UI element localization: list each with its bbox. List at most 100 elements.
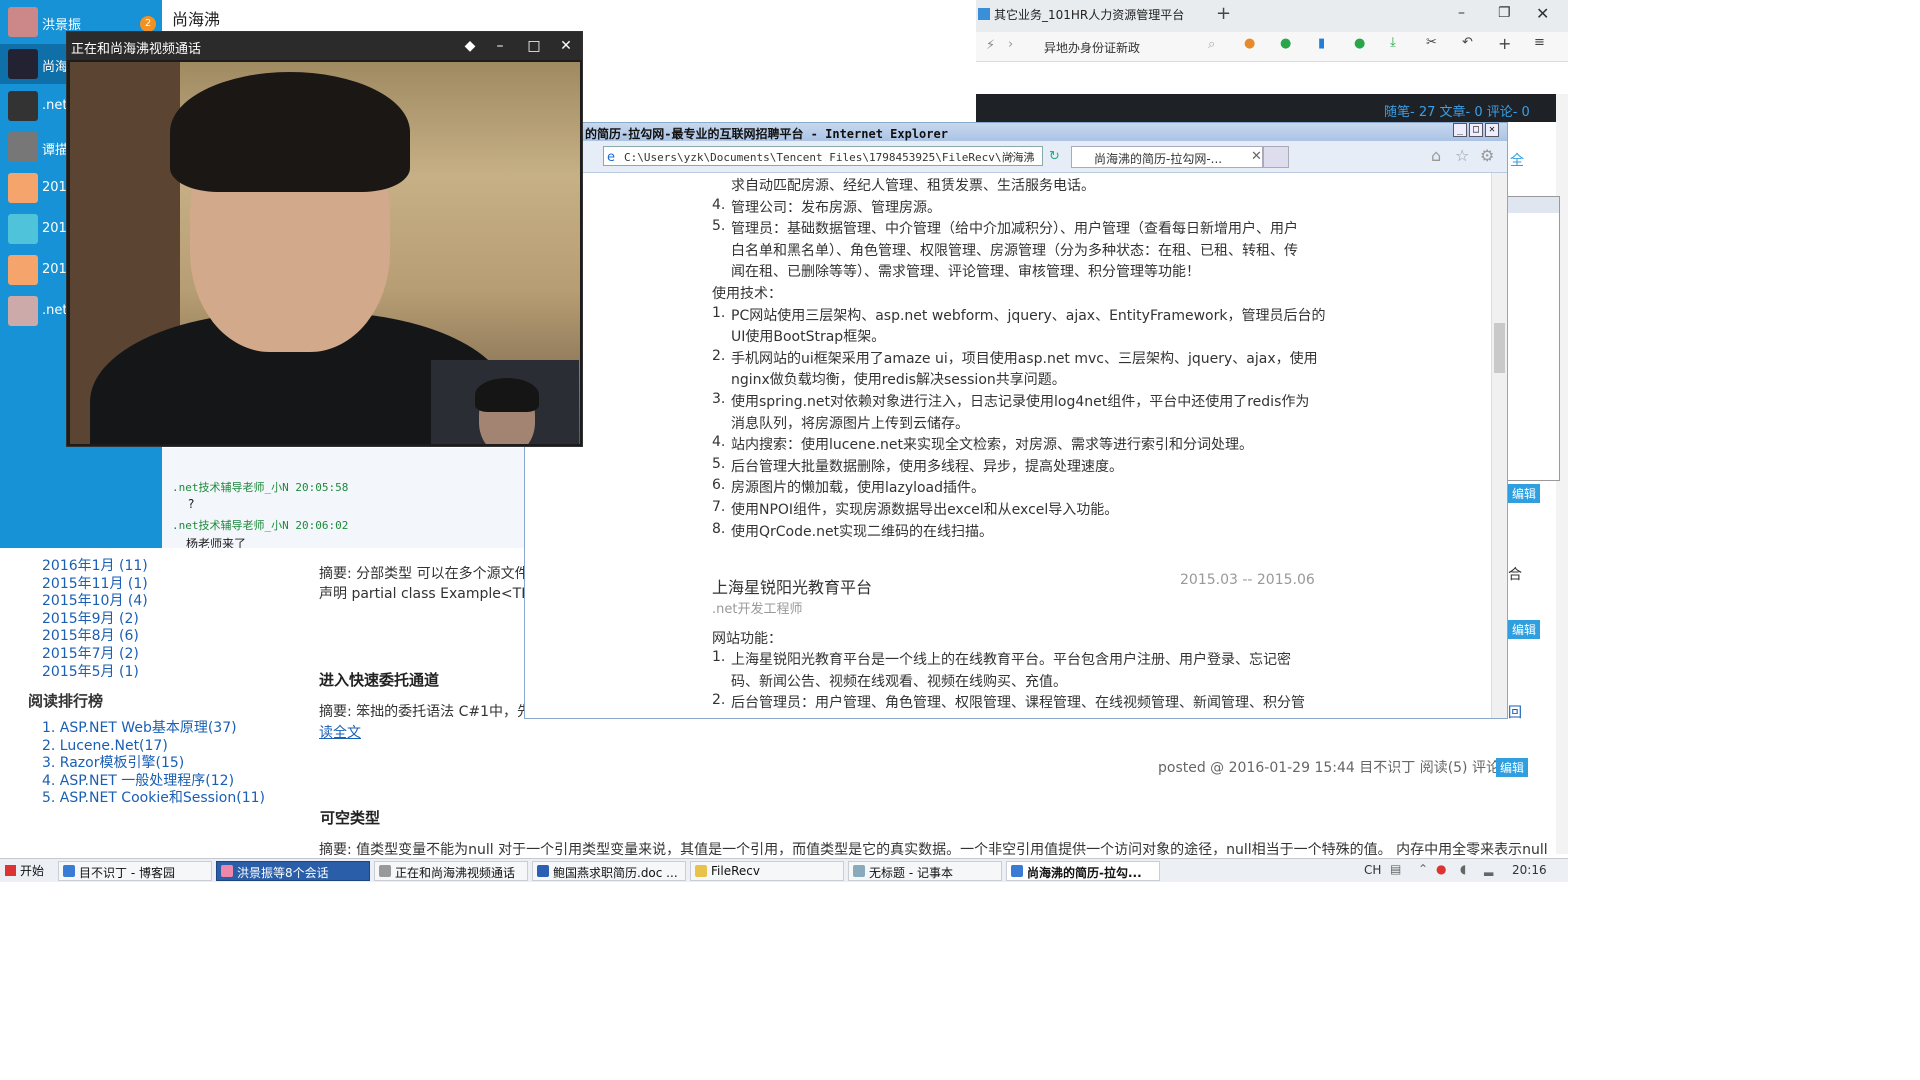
pip-hair	[475, 378, 539, 412]
clock[interactable]: 20:16	[1512, 863, 1547, 877]
archive-link[interactable]: 2015年7月 (2)	[42, 646, 148, 664]
local-video-pip[interactable]	[431, 360, 579, 444]
chevron-up-icon[interactable]: ⌃	[1418, 862, 1428, 876]
browser-toolbar: ⚡ › 异地办身份证新政 ⌕ ● ● ▮ ● ⤓ ✂ ↶ + ≡	[976, 32, 1568, 62]
maximize-button[interactable]: □	[1469, 123, 1483, 137]
archive-link[interactable]: 2015年5月 (1)	[42, 664, 148, 682]
video-icon	[379, 865, 391, 877]
read-more-link[interactable]: 全	[1510, 150, 1524, 170]
resume-line: nginx做负载均衡，使用redis解决session共享问题。	[731, 372, 1066, 389]
summary-line: 摘要: 分部类型 可以在多个源文件	[319, 566, 529, 582]
taskbar-item[interactable]: 鲍国燕求职简历.doc ...	[532, 861, 686, 881]
address-input[interactable]: C:\Users\yzk\Documents\Tencent Files\179…	[603, 146, 1043, 166]
post-meta: posted @ 2016-01-29 15:44 目不识丁 阅读(5) 评论(…	[1158, 760, 1520, 776]
chat-title: 尚海沸	[172, 10, 221, 29]
list-number: 1.	[712, 304, 726, 321]
volume-icon[interactable]: ◖	[1460, 862, 1466, 876]
bookmark-icon[interactable]: ▮	[1318, 36, 1325, 51]
resume-content: 求自动匹配房源、经纪人管理、租赁发票、生活服务电话。 4. 管理公司：发布房源、管理…	[525, 173, 1491, 718]
scissors-icon[interactable]: ✂	[1426, 35, 1437, 50]
search-icon[interactable]: ⌕	[1208, 37, 1215, 52]
list-number: 5.	[712, 455, 726, 472]
maximize-button[interactable]: □	[519, 32, 549, 60]
list-number: 3.	[712, 391, 726, 407]
network-icon[interactable]: ▂	[1484, 862, 1493, 876]
avatar	[8, 91, 38, 121]
resume-line: 管理员：基础数据管理、中介管理（给中介加减积分）、用户管理（查看每日新增用户、用…	[731, 221, 1298, 238]
gear-icon[interactable]: ⚙	[1480, 146, 1494, 165]
search-icon[interactable]: ⌕	[1007, 148, 1014, 163]
post-summary: 摘要: 值类型变量不能为null 对于一个引用类型变量来说，其值是一个引用，而值…	[319, 842, 1548, 858]
ie-window-title: 的简历-拉勾网-最专业的互联网招聘平台 - Internet Explorer	[585, 127, 948, 141]
star-icon[interactable]: ☆	[1455, 146, 1469, 165]
project-title: 上海星锐阳光教育平台	[712, 578, 873, 597]
list-number: 4.	[712, 434, 726, 451]
minimize-button[interactable]: _	[1453, 123, 1467, 137]
pin-button[interactable]: ◆	[455, 32, 485, 60]
close-tab-icon[interactable]: ✕	[1251, 149, 1262, 164]
lightning-icon[interactable]: ⚡	[986, 38, 995, 53]
archive-link[interactable]: 2015年8月 (6)	[42, 628, 148, 646]
rank-link[interactable]: 1. ASP.NET Web基本原理(37)	[42, 720, 265, 738]
rank-link[interactable]: 4. ASP.NET 一般处理程序(12)	[42, 773, 265, 791]
chat-icon[interactable]: ●	[1354, 36, 1365, 51]
wechat-icon[interactable]: ●	[1280, 36, 1291, 51]
minimize-button[interactable]: –	[485, 32, 515, 60]
taskbar-item[interactable]: FileRecv	[690, 861, 844, 881]
taskbar-item[interactable]: 尚海沸的简历-拉勾...	[1006, 861, 1160, 881]
keyboard-icon[interactable]: ▤	[1390, 862, 1401, 876]
list-number: 2.	[712, 692, 726, 709]
new-tab-button[interactable]: +	[1216, 3, 1231, 24]
new-tab-button[interactable]	[1263, 146, 1289, 168]
download-icon[interactable]: ⤓	[1390, 35, 1396, 50]
ie-scrollbar[interactable]	[1491, 173, 1507, 718]
close-button[interactable]: ✕	[551, 32, 581, 60]
undo-icon[interactable]: ↶	[1462, 35, 1473, 50]
taskbar-item[interactable]: 无标题 - 记事本	[848, 861, 1002, 881]
close-button[interactable]: ✕	[1485, 123, 1499, 137]
post-title[interactable]: 可空类型	[320, 807, 380, 828]
language-indicator[interactable]: CH	[1364, 863, 1381, 877]
scrollbar-thumb[interactable]	[1494, 323, 1505, 373]
archive-link[interactable]: 2015年10月 (4)	[42, 593, 148, 611]
taskbar-item[interactable]: 目不识丁 - 博客园	[58, 861, 212, 881]
taskbar-item-label: 鲍国燕求职简历.doc ...	[553, 866, 678, 880]
edit-tag[interactable]: 编辑	[1496, 758, 1529, 777]
rank-link[interactable]: 5. ASP.NET Cookie和Session(11)	[42, 790, 265, 808]
home-icon[interactable]: ⌂	[1431, 146, 1441, 165]
project-date: 2015.03 -- 2015.06	[1180, 572, 1315, 588]
ie-titlebar: 的简历-拉勾网-最专业的互联网招聘平台 - Internet Explorer …	[525, 123, 1507, 141]
rank-link[interactable]: 3. Razor模板引擎(15)	[42, 755, 265, 773]
rank-link[interactable]: 2. Lucene.Net(17)	[42, 738, 265, 756]
side-link[interactable]: 回	[1508, 702, 1522, 722]
resume-line: 站内搜索：使用lucene.net来实现全文检索，对房源、需求等进行索引和分词处…	[731, 437, 1253, 454]
archive-link[interactable]: 2016年1月 (11)	[42, 558, 148, 576]
add-icon[interactable]: +	[1498, 34, 1511, 53]
word-icon	[537, 865, 549, 877]
refresh-icon[interactable]: ↻	[1049, 149, 1060, 164]
blog-sidebar: 2016年1月 (11) 2015年11月 (1) 2015年10月 (4) 2…	[20, 548, 294, 818]
resume-line: 闻在租、已删除等等）、需求管理、评论管理、审核管理、积分管理等功能！	[731, 264, 1200, 281]
minimize-button[interactable]: –	[1458, 5, 1465, 21]
feature-line: 上海星锐阳光教育平台是一个线上的在线教育平台。平台包含用户注册、用户登录、忘记密	[731, 652, 1291, 668]
qq-tray-icon[interactable]: ●	[1436, 862, 1446, 876]
edit-tag[interactable]: 编辑	[1508, 620, 1541, 639]
restore-button[interactable]: ❐	[1498, 5, 1511, 21]
archive-list: 2016年1月 (11) 2015年11月 (1) 2015年10月 (4) 2…	[42, 558, 148, 681]
video-titlebar: 正在和尚海沸视频通话 ◆ – □ ✕	[67, 32, 582, 60]
edit-tag[interactable]: 编辑	[1508, 484, 1541, 503]
post-title[interactable]: 进入快速委托通道	[319, 669, 439, 690]
chevron-right-icon[interactable]: ›	[1008, 37, 1013, 52]
chat-message-area: .net技术辅导老师_小N 20:05:58 ? .net技术辅导老师_小N 2…	[162, 448, 524, 551]
ie-tab[interactable]: 尚海沸的简历-拉勾网-...	[1071, 146, 1263, 168]
search-input[interactable]: 异地办身份证新政	[1044, 39, 1140, 56]
taskbar-item[interactable]: 洪景振等8个会话	[216, 861, 370, 881]
menu-icon[interactable]: ≡	[1534, 35, 1545, 50]
browser-tab[interactable]: 其它业务_101HR人力资源管理平台	[994, 6, 1184, 23]
cookie-icon[interactable]: ●	[1244, 36, 1255, 51]
archive-link[interactable]: 2015年11月 (1)	[42, 576, 148, 594]
close-button[interactable]: ✕	[1536, 4, 1549, 23]
archive-link[interactable]: 2015年9月 (2)	[42, 611, 148, 629]
read-more-link[interactable]: 读全文	[319, 722, 361, 742]
taskbar-item[interactable]: 正在和尚海沸视频通话	[374, 861, 528, 881]
